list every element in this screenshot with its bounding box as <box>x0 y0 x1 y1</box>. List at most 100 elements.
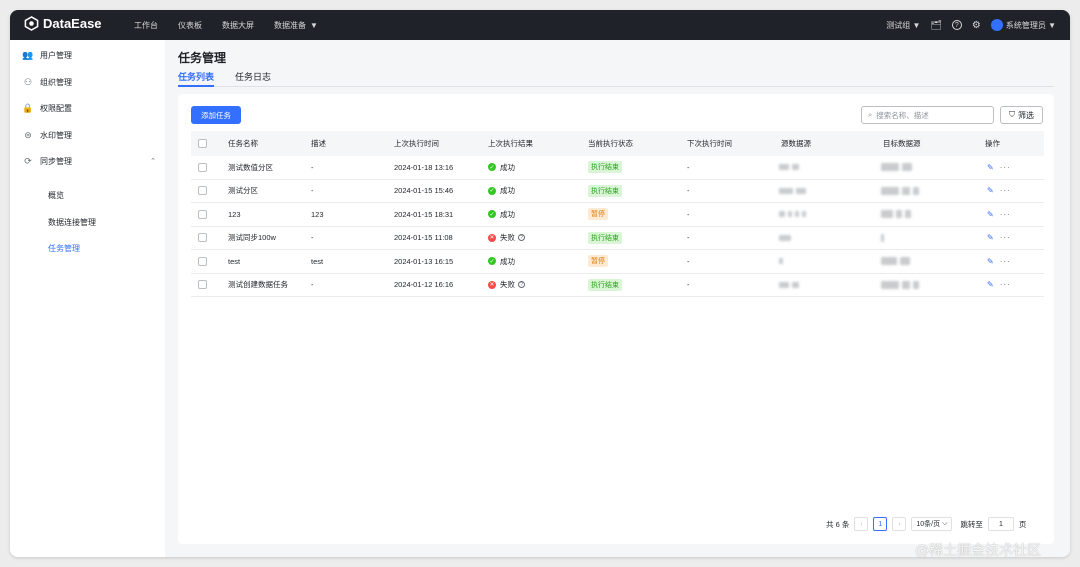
pager-total: 6 <box>835 519 840 529</box>
sidebar-item-label: 水印管理 <box>40 130 72 140</box>
toolbox-icon[interactable]: 🗂 <box>930 20 941 31</box>
more-icon[interactable]: ··· <box>1000 233 1011 242</box>
table-row[interactable]: 测试数值分区 - 2024-01-18 13:16 ✓ 成功 执行结束 - ✎ ··… <box>191 156 1044 180</box>
sidebar-item-label: 同步管理 <box>40 156 72 166</box>
task-name: 测试创建数据任务 <box>228 280 288 290</box>
result-label: 成功 <box>500 209 515 219</box>
last-run-result: ✓ 成功 <box>488 162 515 173</box>
sidebar-subitem-connections[interactable]: 数据连接管理 <box>48 217 96 228</box>
status-tag: 暂停 <box>588 255 608 268</box>
result-label: 成功 <box>500 186 515 196</box>
row-checkbox[interactable] <box>198 256 207 266</box>
table-row[interactable]: 测试同步100w - 2024-01-15 11:08 ✕ 失败? 执行结束 - … <box>191 227 1044 250</box>
select-all-checkbox[interactable] <box>198 139 207 148</box>
nav-screen[interactable]: 数据大屏 <box>222 20 254 31</box>
nav-workbench[interactable]: 工作台 <box>134 20 158 31</box>
nav-dashboard[interactable]: 仪表板 <box>178 20 202 31</box>
task-desc: - <box>311 186 314 196</box>
app-window: DataEase 工作台 仪表板 数据大屏 数据准备 ▼ 测试组 ▼ 🗂 ? ⚙ … <box>10 10 1070 557</box>
next-run-time: - <box>687 209 690 219</box>
app-name: DataEase <box>43 16 102 31</box>
more-icon[interactable]: ··· <box>1000 257 1011 266</box>
edit-icon[interactable]: ✎ <box>987 163 994 172</box>
task-desc: 123 <box>311 209 324 219</box>
sidebar-item-orgs[interactable]: ⚇ 组织管理 <box>22 75 156 89</box>
table-row[interactable]: 测试分区 - 2024-01-15 15:46 ✓ 成功 执行结束 - ✎ ··· <box>191 180 1044 203</box>
sidebar-item-label: 权限配置 <box>40 103 72 113</box>
chevron-up-icon: ⌃ <box>150 158 156 165</box>
edit-icon[interactable]: ✎ <box>987 210 994 219</box>
nav-data-prep[interactable]: 数据准备 ▼ <box>274 20 338 31</box>
tab-bar: 任务列表 任务日志 <box>178 70 1054 87</box>
org-switcher[interactable]: 测试组 ▼ <box>886 20 920 31</box>
table-row[interactable]: 123 123 2024-01-15 18:31 ✓ 成功 暂停 - ✎ ··· <box>191 203 1044 227</box>
page-size-select[interactable]: 10条/页 ⌵ <box>911 517 953 531</box>
gear-icon[interactable]: ⚙ <box>972 20 981 31</box>
sidebar-subitem-tasks[interactable]: 任务管理 <box>48 243 80 254</box>
row-checkbox[interactable] <box>198 233 207 243</box>
edit-icon[interactable]: ✎ <box>987 186 994 195</box>
filter-icon: ⛉ <box>1009 110 1015 119</box>
next-run-time: - <box>687 186 690 196</box>
add-task-button[interactable]: 添加任务 <box>191 106 241 124</box>
tab-task-log[interactable]: 任务日志 <box>235 70 271 83</box>
row-actions: ✎ ··· <box>987 257 1011 266</box>
target-datasource-redacted <box>881 280 922 289</box>
sidebar-item-users[interactable]: 👥 用户管理 <box>22 48 156 62</box>
col-state: 当前执行状态 <box>588 139 633 148</box>
task-table: 任务名称 描述 上次执行时间 上次执行结果 当前执行状态 下次执行时间 源数据源… <box>191 131 1044 297</box>
sidebar-item-sync[interactable]: ⟳ 同步管理 ⌃ <box>22 154 156 168</box>
edit-icon[interactable]: ✎ <box>987 233 994 242</box>
more-icon[interactable]: ··· <box>1000 163 1011 172</box>
prev-page-button[interactable]: ‹ <box>854 517 869 531</box>
last-run-time: 2024-01-18 13:16 <box>394 162 454 172</box>
row-checkbox[interactable] <box>198 209 207 219</box>
user-menu[interactable]: 系统管理员 ▼ <box>990 19 1056 31</box>
last-run-result: ✓ 成功 <box>488 209 515 220</box>
page-number-current[interactable]: 1 <box>873 517 888 531</box>
task-desc: test <box>311 256 324 266</box>
search-input[interactable] <box>876 110 987 120</box>
help-icon[interactable]: ? <box>951 20 962 30</box>
org-name: 测试组 <box>886 20 911 30</box>
top-navbar: DataEase 工作台 仪表板 数据大屏 数据准备 ▼ 测试组 ▼ 🗂 ? ⚙ … <box>10 10 1070 40</box>
more-icon[interactable]: ··· <box>1000 210 1011 219</box>
pagination: 共 6 条 ‹ 1 › 10条/页 ⌵ 跳转至 1 页 <box>826 517 1026 531</box>
result-label: 成功 <box>500 162 515 172</box>
success-icon: ✓ <box>488 186 496 195</box>
help-icon[interactable]: ? <box>518 234 525 242</box>
chevron-down-icon: ▼ <box>310 20 318 30</box>
col-last-time: 上次执行时间 <box>394 139 439 148</box>
status-badge: 暂停 <box>588 208 608 221</box>
app-logo[interactable]: DataEase <box>24 16 102 31</box>
more-icon[interactable]: ··· <box>1000 280 1011 289</box>
source-datasource-redacted <box>779 211 809 218</box>
jump-page-input[interactable]: 1 <box>987 517 1014 531</box>
sidebar-item-permissions[interactable]: 🔒 权限配置 <box>22 101 156 115</box>
row-checkbox[interactable] <box>198 162 207 172</box>
row-actions: ✎ ··· <box>987 280 1011 289</box>
filter-button[interactable]: ⛉ 筛选 <box>1000 106 1043 124</box>
source-datasource-redacted <box>779 281 802 288</box>
row-checkbox[interactable] <box>198 280 207 290</box>
source-datasource-redacted <box>779 187 809 194</box>
tab-task-list[interactable]: 任务列表 <box>178 70 215 87</box>
edit-icon[interactable]: ✎ <box>987 257 994 266</box>
next-page-button[interactable]: › <box>892 517 907 531</box>
row-checkbox[interactable] <box>198 186 207 196</box>
search-box: ⌕ <box>861 106 994 124</box>
sidebar-subitem-overview[interactable]: 概览 <box>48 190 64 201</box>
col-source: 源数据源 <box>781 139 811 148</box>
status-badge: 执行结束 <box>588 231 622 244</box>
avatar <box>990 19 1003 31</box>
top-nav: 工作台 仪表板 数据大屏 数据准备 ▼ <box>134 10 358 40</box>
help-icon[interactable]: ? <box>518 281 525 289</box>
last-run-result: ✓ 成功 <box>488 185 515 196</box>
table-row[interactable]: test test 2024-01-13 16:15 ✓ 成功 暂停 - ✎ ··· <box>191 250 1044 274</box>
top-right-bar: 测试组 ▼ 🗂 ? ⚙ 系统管理员 ▼ <box>876 10 1056 40</box>
table-row[interactable]: 测试创建数据任务 - 2024-01-12 16:16 ✕ 失败? 执行结束 - … <box>191 274 1044 297</box>
sidebar-item-watermark[interactable]: ⊜ 水印管理 <box>22 128 156 142</box>
edit-icon[interactable]: ✎ <box>987 280 994 289</box>
row-actions: ✎ ··· <box>987 210 1011 219</box>
more-icon[interactable]: ··· <box>1000 186 1011 195</box>
